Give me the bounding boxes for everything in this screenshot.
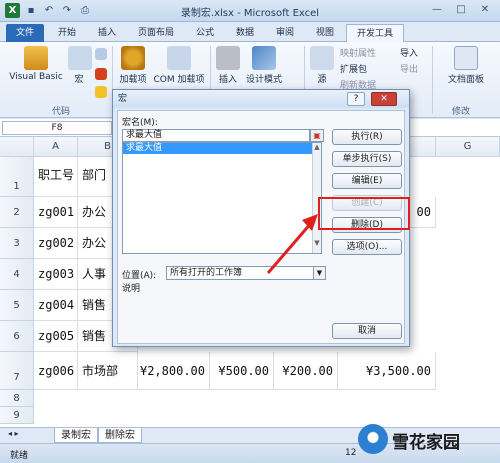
arrow-head [302, 214, 318, 231]
annotation-arrow [266, 214, 318, 274]
watermark: 雪花家园 [358, 418, 498, 462]
snowflake-logo-icon [358, 424, 388, 454]
watermark-text: 雪花家园 [392, 433, 460, 453]
arrow-shaft [266, 221, 314, 274]
